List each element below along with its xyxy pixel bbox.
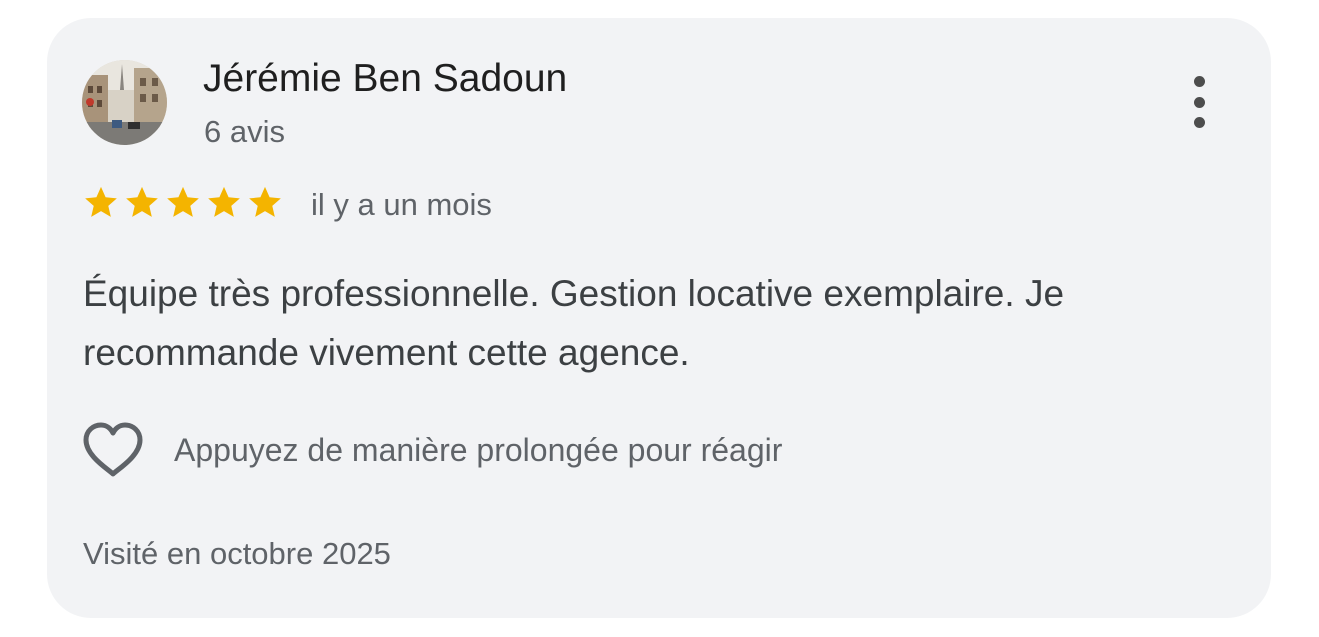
react-button[interactable]: Appuyez de manière prolongée pour réagir	[82, 420, 782, 480]
avatar[interactable]	[82, 60, 167, 145]
star-icon	[246, 184, 284, 224]
star-icon	[82, 184, 120, 224]
review-date: il y a un mois	[311, 187, 492, 222]
star-icon	[205, 184, 243, 224]
star-icon	[164, 184, 202, 224]
star-icon	[123, 184, 161, 224]
reaction-hint: Appuyez de manière prolongée pour réagir	[174, 431, 783, 468]
review-count: 6 avis	[204, 114, 285, 149]
visit-date: Visité en octobre 2025	[83, 536, 391, 571]
star-rating	[82, 184, 284, 224]
more-options-button[interactable]	[1176, 68, 1222, 136]
heart-icon[interactable]	[82, 422, 144, 478]
author-name[interactable]: Jérémie Ben Sadoun	[203, 55, 567, 103]
review-text: Équipe très professionnelle. Gestion loc…	[83, 273, 1065, 373]
more-vert-icon	[1193, 76, 1205, 87]
